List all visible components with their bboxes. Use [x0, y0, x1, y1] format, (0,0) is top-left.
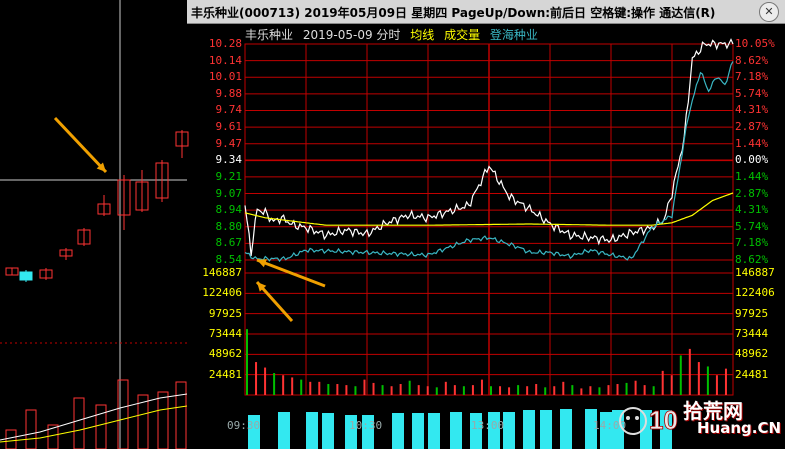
legend-volume: 成交量 [444, 28, 481, 42]
percent-axis-label: 4.31% [735, 203, 769, 217]
volume-axis-label: 73444 [208, 327, 242, 340]
price-axis-label: 9.21 [215, 169, 243, 183]
percent-axis-label: 0.00% [735, 153, 769, 167]
price-axis-label: 9.34 [215, 153, 243, 167]
volume-axis-label: 24481 [208, 367, 242, 381]
bg-candle [19, 271, 33, 281]
price-axis-label: 9.88 [215, 86, 243, 100]
volume-axis-label: 48962 [208, 347, 242, 361]
watermark: 10 拾荒网 Huang.CN [615, 393, 785, 449]
volume-axis-label: 146887 [202, 266, 242, 279]
close-button[interactable]: ✕ [759, 2, 779, 22]
bg-volume-bar [157, 391, 169, 449]
annotation-arrow [53, 116, 108, 174]
intraday-chart [244, 38, 734, 396]
price-axis-label: 8.94 [215, 203, 243, 217]
volume-axis-label-right: 146887 [735, 266, 775, 279]
percent-axis-label: 5.74% [735, 86, 769, 100]
volume-axis-label: 97925 [208, 306, 242, 320]
percent-axis-label: 5.74% [735, 219, 769, 233]
legend-compare-stock: 登海种业 [489, 28, 538, 42]
percent-axis-label: 7.18% [735, 236, 769, 250]
bg-volume-ma [0, 393, 188, 441]
percent-axis-label: 4.31% [735, 103, 769, 117]
volume-axis-label-right: 122406 [735, 286, 775, 300]
legend-stock-name: 丰乐种业 [245, 28, 294, 42]
bg-volume-bar [175, 381, 187, 449]
price-axis-label: 8.54 [215, 253, 243, 266]
chart-legend: 丰乐种业 2019-05-09 分时 均线 成交量 登海种业 [245, 26, 544, 43]
intraday-popup-window[interactable]: 丰乐种业(000713) 2019年05月09日 星期四 PageUp/Down… [187, 0, 785, 449]
time-axis-label: 10:30 [349, 419, 383, 432]
legend-date: 2019-05-09 分时 [302, 28, 401, 42]
percent-axis-label: 10.05% [735, 37, 775, 50]
volume-axis-label-right: 73444 [735, 327, 769, 340]
price-axis-label: 10.28 [208, 37, 242, 50]
percent-axis-label: 1.44% [735, 169, 769, 183]
percent-axis-label: 2.87% [735, 120, 769, 134]
bg-volume-bar [5, 429, 17, 449]
price-axis-label: 9.74 [215, 103, 243, 117]
price-axis-label: 8.67 [215, 236, 243, 250]
percent-axis-label: 2.87% [735, 186, 769, 200]
price-axis-label: 10.14 [208, 53, 242, 67]
window-title: 丰乐种业(000713) 2019年05月09日 星期四 PageUp/Down… [191, 6, 716, 20]
percent-axis-label: 1.44% [735, 136, 769, 150]
watermark-brand-digits: 10 [649, 405, 678, 435]
volume-axis-label-right: 24481 [735, 367, 769, 381]
time-axis-label: 09:30 [227, 419, 261, 432]
bg-volume-ma2 [0, 405, 188, 443]
price-axis-label: 9.47 [215, 136, 243, 150]
price-axis-label: 9.07 [215, 186, 243, 200]
volume-axis-label-right: 97925 [735, 306, 769, 320]
price-axis-label: 9.61 [215, 120, 243, 134]
volume-axis-label: 122406 [202, 286, 242, 300]
bg-volume-bar [25, 409, 37, 449]
bg-volume-bar [95, 404, 107, 449]
time-axis-label: 13:00 [471, 419, 505, 432]
percent-axis-label: 8.62% [735, 253, 769, 266]
watermark-url: Huang.CN [697, 419, 782, 437]
bg-volume-bar [73, 397, 85, 449]
price-axis-label: 8.80 [215, 219, 243, 233]
legend-avg-line: 均线 [410, 28, 435, 42]
price-axis-label: 10.01 [208, 70, 242, 84]
percent-axis-label: 8.62% [735, 53, 769, 67]
window-titlebar[interactable]: 丰乐种业(000713) 2019年05月09日 星期四 PageUp/Down… [187, 0, 785, 24]
percent-axis-label: 7.18% [735, 70, 769, 84]
volume-axis-label-right: 48962 [735, 347, 769, 361]
